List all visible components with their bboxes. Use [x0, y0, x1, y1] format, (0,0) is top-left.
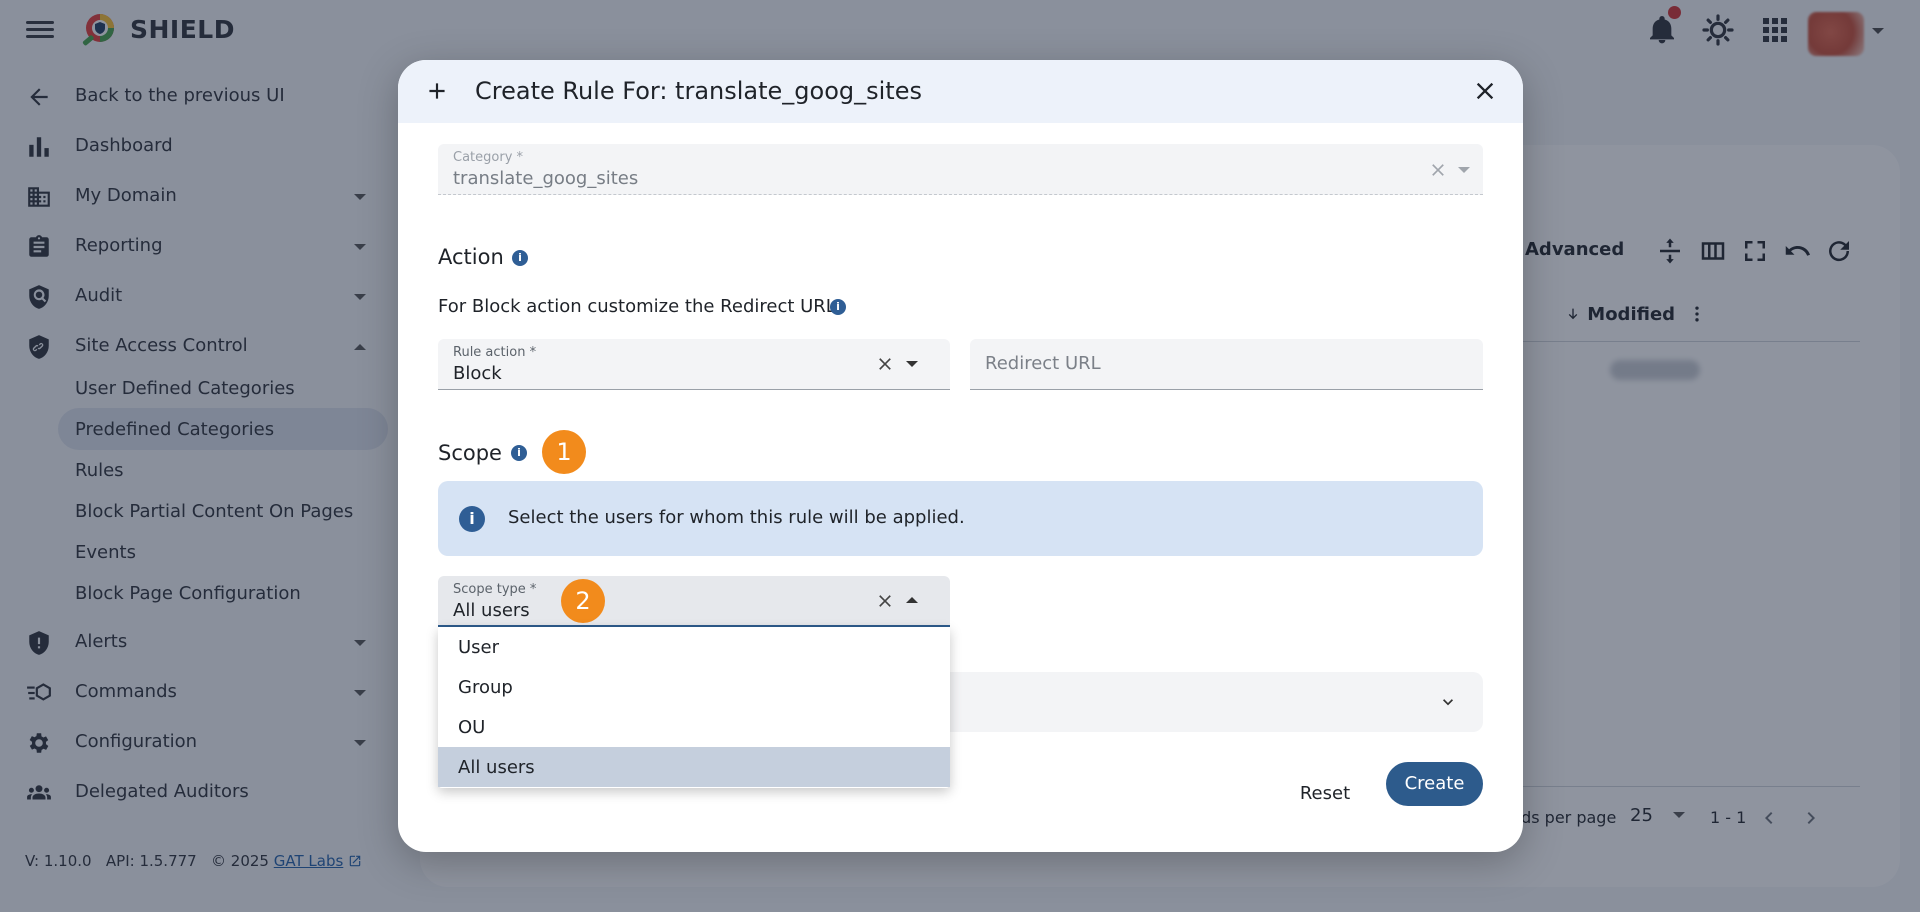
scope-type-select[interactable]: Scope type * All users [438, 576, 950, 627]
clear-icon[interactable] [875, 354, 895, 374]
info-icon: i [459, 506, 485, 532]
clear-icon [1432, 164, 1444, 176]
redirect-hint: For Block action customize the Redirect … [438, 296, 836, 317]
scope-type-value: All users [453, 600, 530, 621]
rule-action-label: Rule action * [453, 345, 537, 360]
category-label: Category * [453, 150, 524, 165]
scope-section-title: Scope [438, 441, 502, 465]
chevron-down-icon [1458, 167, 1470, 173]
scope-info-alert: i Select the users for whom this rule wi… [438, 481, 1483, 556]
plus-icon [429, 83, 445, 99]
option-label: User [458, 637, 500, 658]
scope-info-text: Select the users for whom this rule will… [508, 507, 965, 528]
category-value: translate_goog_sites [453, 168, 639, 189]
step-badge-1: 1 [542, 430, 586, 474]
clear-icon[interactable] [875, 591, 895, 611]
chevron-down-icon[interactable] [906, 361, 918, 367]
option-all-users[interactable]: All users [438, 747, 950, 787]
rule-action-value: Block [453, 363, 502, 384]
chevron-down-icon[interactable] [1438, 692, 1458, 712]
rule-action-select[interactable]: Rule action * Block [438, 339, 950, 390]
redirect-info-icon[interactable]: i [830, 299, 846, 315]
create-rule-dialog: Create Rule For: translate_goog_sites Ca… [398, 60, 1523, 852]
scope-type-options: User Group OU All users [438, 627, 950, 788]
dialog-title: Create Rule For: translate_goog_sites [475, 77, 922, 105]
option-label: Group [458, 677, 513, 698]
action-section-title: Action [438, 245, 504, 269]
option-ou[interactable]: OU [438, 707, 950, 747]
create-button[interactable]: Create [1386, 762, 1483, 806]
category-field: Category * translate_goog_sites [438, 144, 1483, 195]
close-icon[interactable] [1471, 77, 1499, 105]
chevron-up-icon[interactable] [906, 597, 918, 603]
reset-button[interactable]: Reset [1290, 772, 1360, 816]
dialog-header: Create Rule For: translate_goog_sites [398, 60, 1523, 123]
option-label: OU [458, 717, 486, 738]
redirect-url-placeholder: Redirect URL [985, 353, 1101, 374]
option-label: All users [458, 757, 535, 778]
scope-type-label: Scope type * [453, 582, 537, 597]
option-user[interactable]: User [438, 627, 950, 667]
redirect-url-input[interactable]: Redirect URL [970, 339, 1483, 390]
action-info-icon[interactable]: i [512, 250, 528, 266]
option-group[interactable]: Group [438, 667, 950, 707]
step-badge-2: 2 [561, 579, 605, 623]
scope-info-icon[interactable]: i [511, 445, 527, 461]
